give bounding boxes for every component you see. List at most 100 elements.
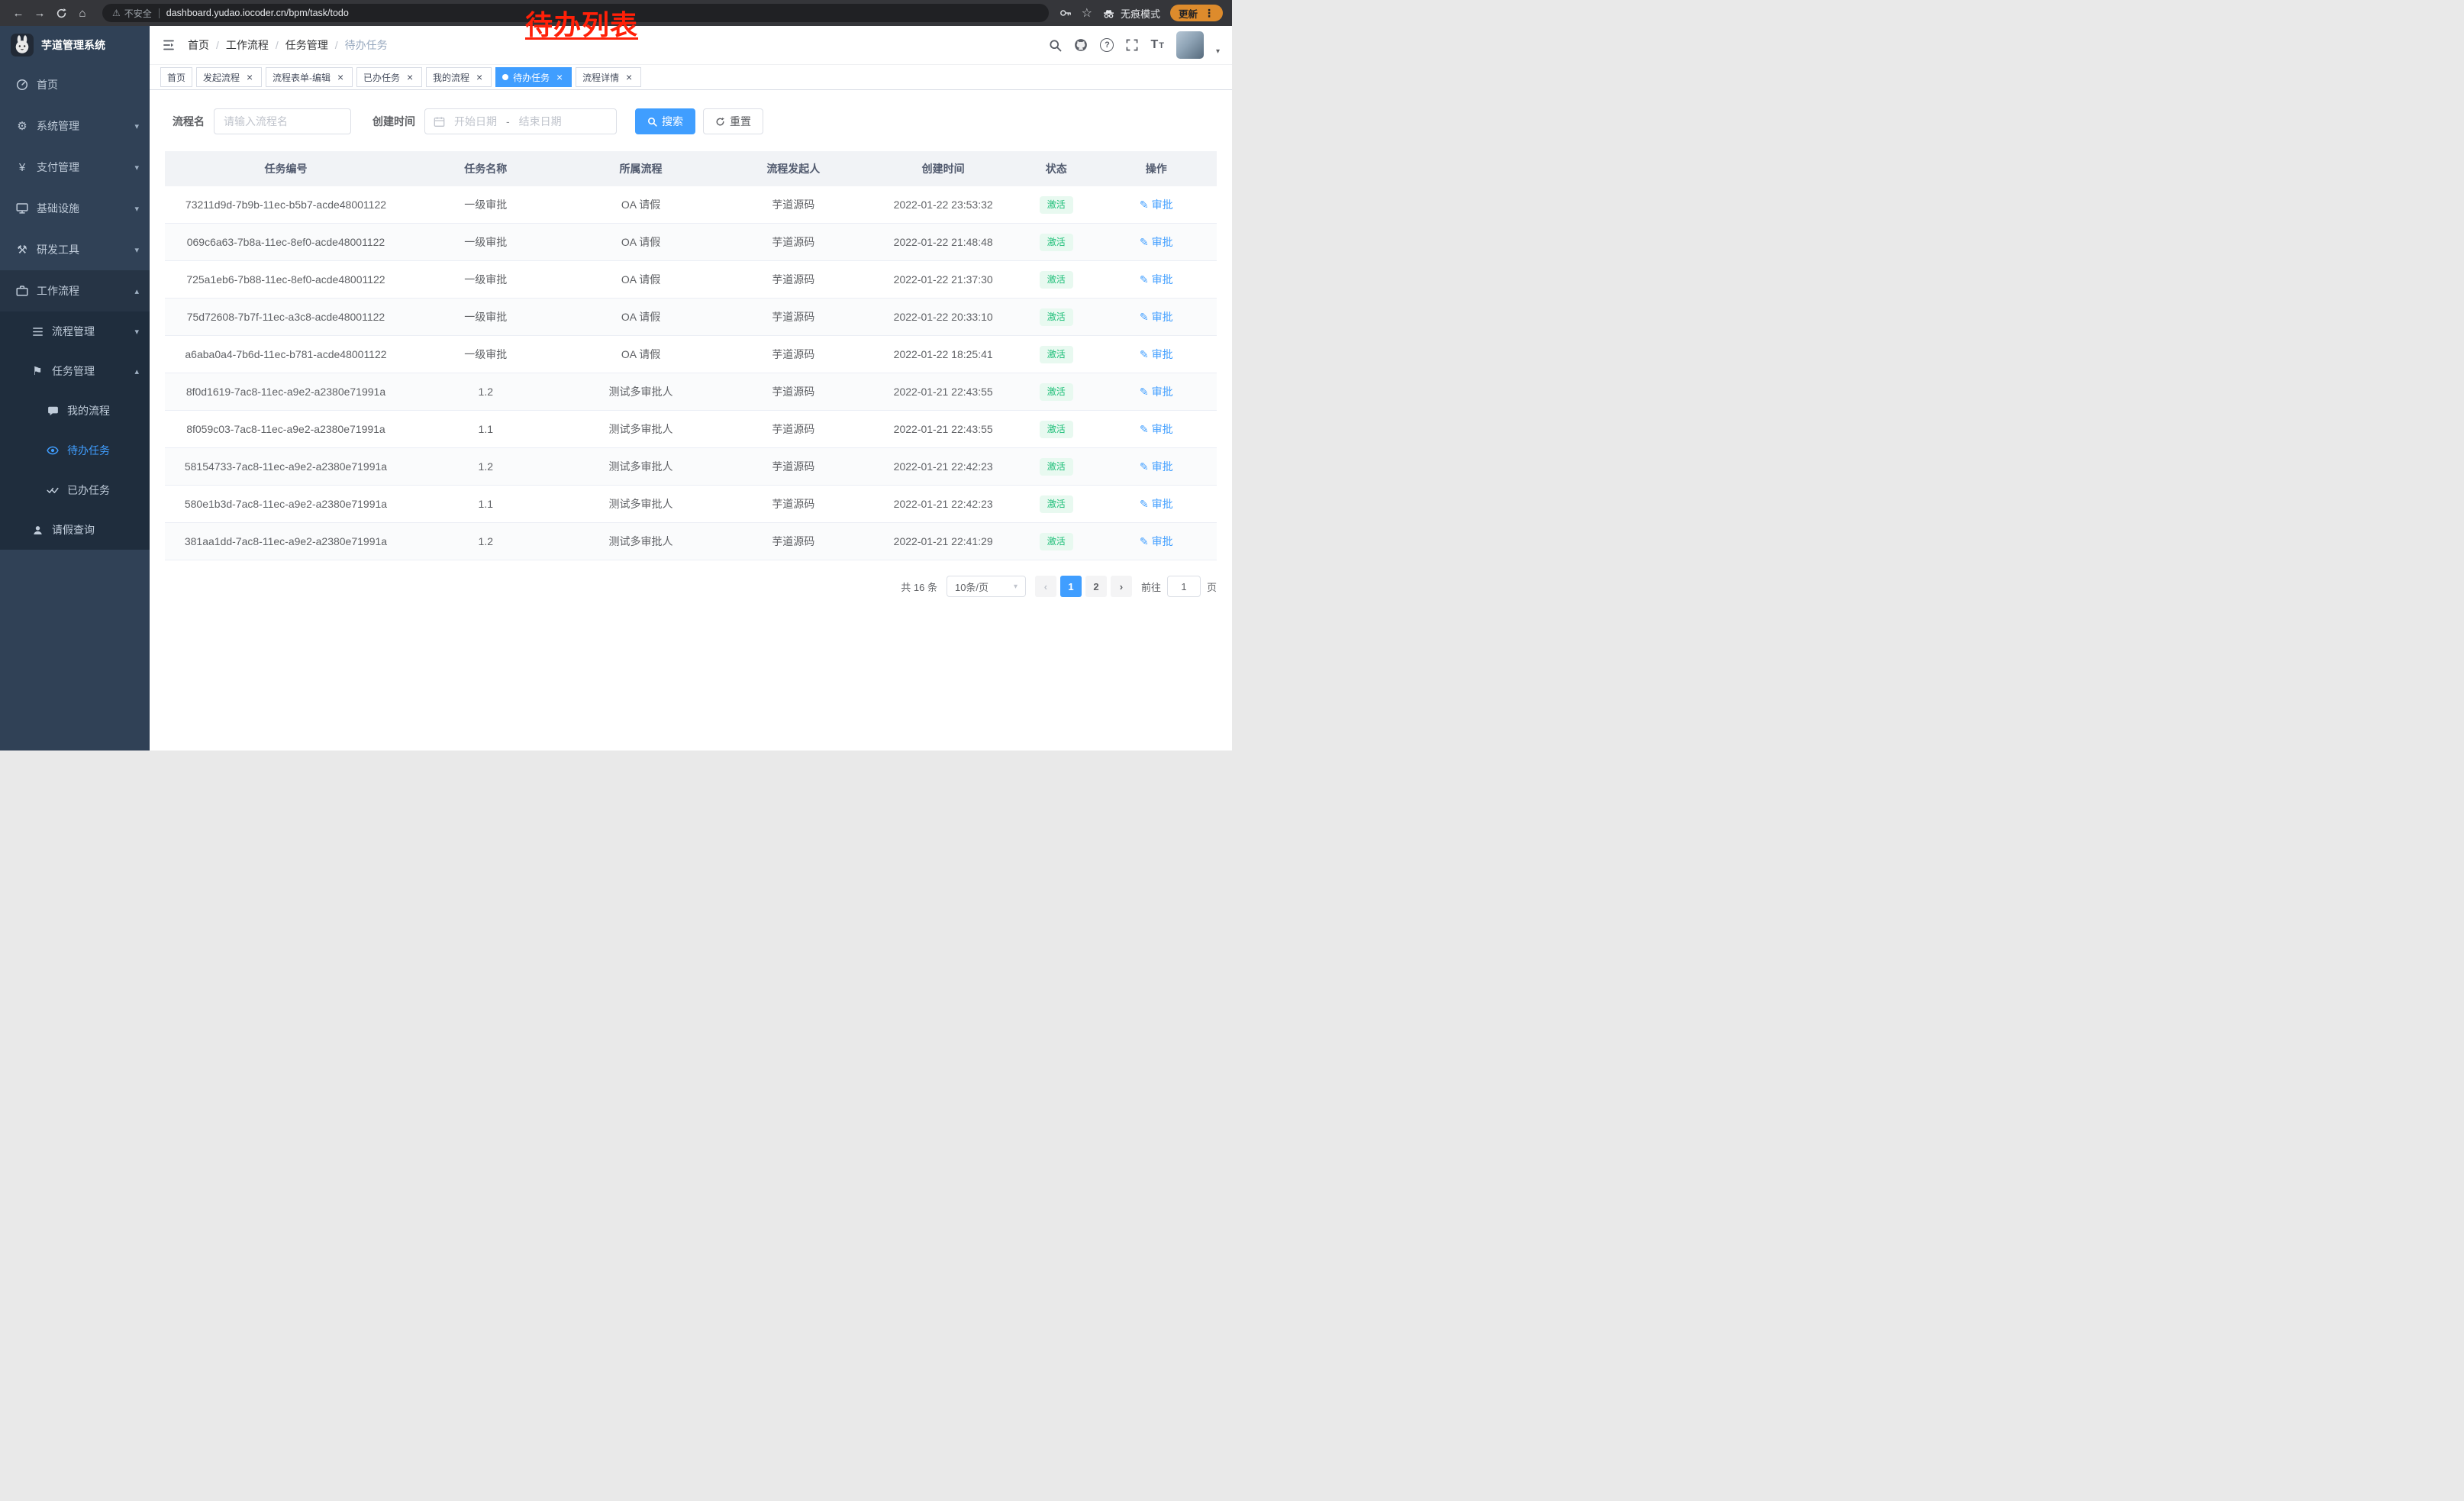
tab-done-tasks[interactable]: 已办任务 × bbox=[356, 67, 422, 87]
update-button[interactable]: 更新 ⋮ bbox=[1170, 5, 1223, 21]
breadcrumb-item-home[interactable]: 首页 bbox=[188, 37, 209, 53]
tab-my-processes[interactable]: 我的流程 × bbox=[426, 67, 492, 87]
tab-todo-tasks[interactable]: 待办任务 × bbox=[495, 67, 572, 87]
back-button[interactable]: ← bbox=[9, 4, 27, 22]
cell-created-time: 2022-01-22 18:25:41 bbox=[869, 336, 1017, 373]
approve-link[interactable]: ✎ 审批 bbox=[1140, 534, 1173, 549]
pencil-icon: ✎ bbox=[1140, 423, 1149, 436]
column-header: 所属流程 bbox=[565, 151, 718, 186]
approve-label: 审批 bbox=[1152, 234, 1173, 250]
cell-task-name: 1.2 bbox=[407, 523, 565, 560]
sidebar-item-my-processes[interactable]: 我的流程 bbox=[0, 391, 150, 431]
cell-task-id: 069c6a63-7b8a-11ec-8ef0-acde48001122 bbox=[165, 224, 407, 261]
search-icon[interactable] bbox=[1049, 39, 1062, 52]
sidebar-item-infrastructure[interactable]: 基础设施 ▾ bbox=[0, 188, 150, 229]
tab-home[interactable]: 首页 bbox=[160, 67, 192, 87]
close-icon[interactable]: × bbox=[474, 72, 485, 82]
prev-page-button[interactable]: ‹ bbox=[1035, 576, 1056, 597]
approve-link[interactable]: ✎ 审批 bbox=[1140, 384, 1173, 399]
cell-status: 激活 bbox=[1017, 411, 1095, 448]
approve-link[interactable]: ✎ 审批 bbox=[1140, 347, 1173, 362]
approve-link[interactable]: ✎ 审批 bbox=[1140, 459, 1173, 474]
forward-button[interactable]: → bbox=[31, 4, 49, 22]
cell-created-time: 2022-01-22 21:37:30 bbox=[869, 261, 1017, 299]
help-icon[interactable]: ? bbox=[1100, 38, 1114, 52]
app-logo[interactable]: 芋道管理系统 bbox=[0, 26, 150, 64]
avatar[interactable] bbox=[1176, 31, 1204, 59]
menu-dots-icon[interactable]: ⋮ bbox=[1204, 8, 1214, 18]
sidebar-collapse-button[interactable] bbox=[162, 39, 176, 51]
approve-link[interactable]: ✎ 审批 bbox=[1140, 496, 1173, 512]
table-row: 75d72608-7b7f-11ec-a3c8-acde48001122 一级审… bbox=[165, 299, 1217, 336]
reset-button[interactable]: 重置 bbox=[703, 108, 763, 134]
cell-initiator: 芋道源码 bbox=[717, 186, 869, 224]
approve-link[interactable]: ✎ 审批 bbox=[1140, 421, 1173, 437]
close-icon[interactable]: × bbox=[405, 72, 415, 82]
breadcrumb-item-workflow[interactable]: 工作流程 bbox=[226, 37, 269, 53]
approve-link[interactable]: ✎ 审批 bbox=[1140, 272, 1173, 287]
tab-form-edit[interactable]: 流程表单-编辑 × bbox=[266, 67, 353, 87]
logo-title: 芋道管理系统 bbox=[41, 37, 105, 53]
update-label: 更新 bbox=[1179, 6, 1198, 21]
page-button-2[interactable]: 2 bbox=[1085, 576, 1107, 597]
sidebar-item-payment-mgmt[interactable]: ¥ 支付管理 ▾ bbox=[0, 147, 150, 188]
chevron-up-icon: ▴ bbox=[134, 366, 139, 376]
cell-process: OA 请假 bbox=[565, 186, 718, 224]
process-name-input[interactable] bbox=[214, 108, 351, 134]
approve-link[interactable]: ✎ 审批 bbox=[1140, 197, 1173, 212]
chrome-right-cluster: ☆ 无痕模式 更新 ⋮ bbox=[1059, 5, 1223, 21]
cell-created-time: 2022-01-22 21:48:48 bbox=[869, 224, 1017, 261]
font-size-icon[interactable]: TT bbox=[1150, 38, 1164, 52]
reload-button[interactable] bbox=[52, 4, 70, 22]
approve-label: 审批 bbox=[1152, 459, 1173, 474]
page-button-1[interactable]: 1 bbox=[1060, 576, 1082, 597]
cell-task-id: 381aa1dd-7ac8-11ec-a9e2-a2380e71991a bbox=[165, 523, 407, 560]
refresh-icon bbox=[715, 117, 725, 127]
close-icon[interactable]: × bbox=[624, 72, 634, 82]
incognito-label: 无痕模式 bbox=[1121, 6, 1160, 21]
warning-icon: ⚠ bbox=[112, 8, 121, 18]
cell-task-name: 1.2 bbox=[407, 448, 565, 486]
sidebar-item-system-mgmt[interactable]: ⚙ 系统管理 ▾ bbox=[0, 105, 150, 147]
approve-link[interactable]: ✎ 审批 bbox=[1140, 309, 1173, 324]
table-row: a6aba0a4-7b6d-11ec-b781-acde48001122 一级审… bbox=[165, 336, 1217, 373]
tab-process-detail[interactable]: 流程详情 × bbox=[576, 67, 641, 87]
next-page-button[interactable]: › bbox=[1111, 576, 1132, 597]
sidebar-item-todo-tasks[interactable]: 待办任务 bbox=[0, 431, 150, 470]
home-button[interactable]: ⌂ bbox=[73, 4, 92, 22]
table-row: 580e1b3d-7ac8-11ec-a9e2-a2380e71991a 1.1… bbox=[165, 486, 1217, 523]
status-badge: 激活 bbox=[1040, 234, 1073, 251]
sidebar-item-leave-query[interactable]: 请假查询 bbox=[0, 510, 150, 550]
goto-input[interactable] bbox=[1167, 576, 1201, 597]
chevron-up-icon: ▴ bbox=[134, 286, 139, 296]
bookmark-star-icon[interactable]: ☆ bbox=[1082, 5, 1092, 21]
sidebar-item-done-tasks[interactable]: 已办任务 bbox=[0, 470, 150, 510]
sidebar-item-workflow[interactable]: 工作流程 ▴ bbox=[0, 270, 150, 311]
sidebar-item-process-mgmt[interactable]: 流程管理 ▾ bbox=[0, 311, 150, 351]
chevron-down-icon: ▾ bbox=[134, 121, 139, 131]
chevron-down-icon: ▾ bbox=[134, 204, 139, 214]
sidebar-item-home[interactable]: 首页 bbox=[0, 64, 150, 105]
filter-bar: 流程名 创建时间 开始日期 - 结束日期 搜索 重置 bbox=[173, 108, 1217, 134]
search-button[interactable]: 搜索 bbox=[635, 108, 695, 134]
github-icon[interactable] bbox=[1074, 38, 1088, 52]
cell-action: ✎ 审批 bbox=[1095, 336, 1217, 373]
breadcrumb-item-task-mgmt[interactable]: 任务管理 bbox=[285, 37, 328, 53]
sidebar-item-task-mgmt[interactable]: ⚑ 任务管理 ▴ bbox=[0, 351, 150, 391]
sidebar-item-dev-tools[interactable]: ⚒ 研发工具 ▾ bbox=[0, 229, 150, 270]
key-icon[interactable] bbox=[1059, 7, 1072, 19]
cell-task-id: 75d72608-7b7f-11ec-a3c8-acde48001122 bbox=[165, 299, 407, 336]
status-badge: 激活 bbox=[1040, 346, 1073, 363]
approve-link[interactable]: ✎ 审批 bbox=[1140, 234, 1173, 250]
fullscreen-icon[interactable] bbox=[1126, 39, 1138, 51]
avatar-caret-icon[interactable]: ▾ bbox=[1216, 47, 1220, 59]
close-icon[interactable]: × bbox=[244, 72, 255, 82]
cell-action: ✎ 审批 bbox=[1095, 373, 1217, 411]
date-range-picker[interactable]: 开始日期 - 结束日期 bbox=[424, 108, 617, 134]
security-chip[interactable]: ⚠ 不安全 bbox=[112, 7, 152, 20]
close-icon[interactable]: × bbox=[335, 72, 346, 82]
pencil-icon: ✎ bbox=[1140, 236, 1149, 249]
tab-start-process[interactable]: 发起流程 × bbox=[196, 67, 262, 87]
close-icon[interactable]: × bbox=[554, 72, 565, 82]
page-size-select[interactable]: 10条/页 ▾ bbox=[947, 576, 1026, 597]
